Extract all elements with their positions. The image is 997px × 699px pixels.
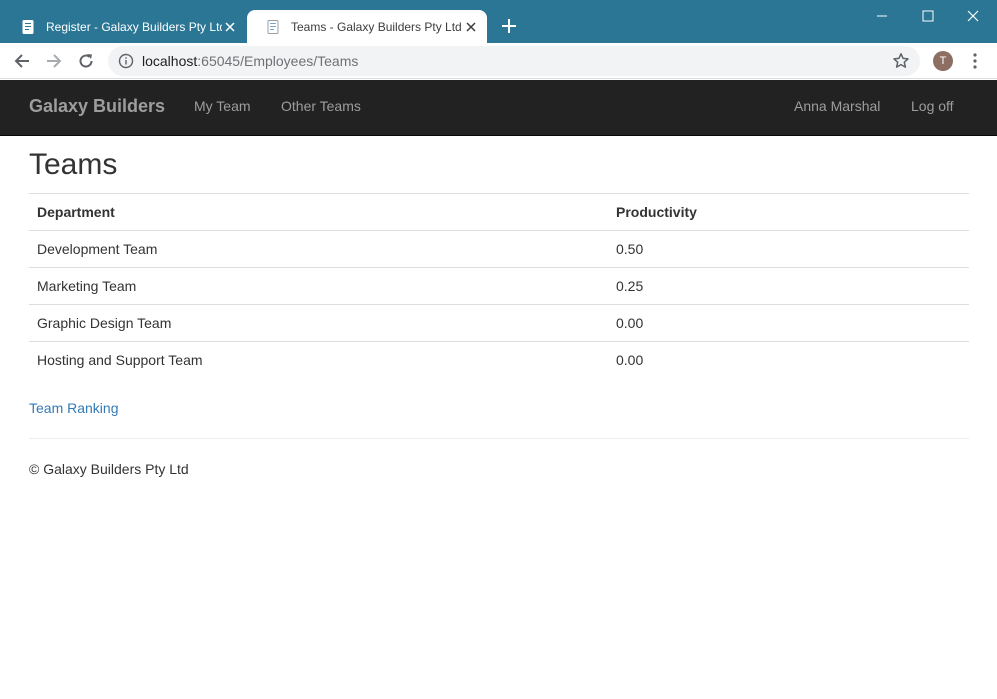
nav-log-off[interactable]: Log off — [911, 98, 954, 114]
brand-link[interactable]: Galaxy Builders — [29, 96, 165, 117]
page-title: Teams — [29, 148, 118, 181]
nav-user-name[interactable]: Anna Marshal — [794, 98, 880, 114]
nav-my-team[interactable]: My Team — [194, 98, 251, 114]
department-cell: Graphic Design Team — [29, 304, 608, 342]
profile-avatar[interactable]: T — [933, 51, 953, 71]
productivity-cell: 0.25 — [608, 267, 969, 305]
page-icon — [267, 19, 279, 34]
url-path: :65045/Employees/Teams — [197, 53, 359, 69]
nav-other-teams[interactable]: Other Teams — [281, 98, 361, 114]
productivity-cell: 0.00 — [608, 341, 969, 379]
table-row: Hosting and Support Team 0.00 — [29, 341, 969, 379]
table-row: Marketing Team 0.25 — [29, 267, 969, 305]
browser-tab-teams[interactable]: Teams - Galaxy Builders Pty Ltd — [247, 10, 487, 43]
footer-divider — [29, 438, 969, 439]
column-header-productivity: Productivity — [608, 193, 969, 231]
close-tab-icon[interactable] — [463, 19, 479, 35]
browser-menu-icon[interactable] — [966, 50, 984, 72]
forward-arrow-icon[interactable] — [42, 49, 66, 73]
bookmark-star-icon[interactable] — [892, 52, 910, 70]
url-host: localhost — [142, 53, 198, 69]
footer-copyright: © Galaxy Builders Pty Ltd — [29, 461, 189, 477]
address-bar[interactable]: localhost:65045/Employees/Teams — [108, 46, 920, 76]
column-header-department: Department — [29, 193, 608, 231]
teams-table: Department Productivity Development Team… — [29, 193, 969, 379]
back-arrow-icon[interactable] — [10, 49, 34, 73]
site-navbar: Galaxy Builders My Team Other Teams Anna… — [0, 80, 997, 136]
tab-title: Teams - Galaxy Builders Pty Ltd — [291, 19, 462, 34]
table-row: Development Team 0.50 — [29, 230, 969, 268]
close-tab-icon[interactable] — [222, 19, 238, 35]
table-row: Graphic Design Team 0.00 — [29, 304, 969, 342]
close-window-icon[interactable] — [951, 2, 995, 30]
browser-toolbar: localhost:65045/Employees/Teams T — [0, 43, 997, 79]
reload-icon[interactable] — [74, 49, 98, 73]
site-info-icon[interactable] — [118, 53, 134, 69]
tab-title: Register - Galaxy Builders Pty Ltd — [46, 19, 222, 34]
productivity-cell: 0.50 — [608, 230, 969, 268]
maximize-window-icon[interactable] — [906, 2, 950, 30]
address-url: localhost:65045/Employees/Teams — [142, 53, 358, 69]
minimize-window-icon[interactable] — [860, 2, 904, 30]
browser-tab-strip: Register - Galaxy Builders Pty Ltd Teams… — [0, 0, 997, 43]
table-header-row: Department Productivity — [29, 193, 969, 231]
browser-tab-register[interactable]: Register - Galaxy Builders Pty Ltd — [2, 10, 246, 43]
team-ranking-link[interactable]: Team Ranking — [29, 400, 119, 416]
productivity-cell: 0.00 — [608, 304, 969, 342]
page-icon — [22, 19, 34, 34]
department-cell: Marketing Team — [29, 267, 608, 305]
department-cell: Hosting and Support Team — [29, 341, 608, 379]
department-cell: Development Team — [29, 230, 608, 268]
new-tab-plus-icon[interactable] — [498, 15, 520, 37]
